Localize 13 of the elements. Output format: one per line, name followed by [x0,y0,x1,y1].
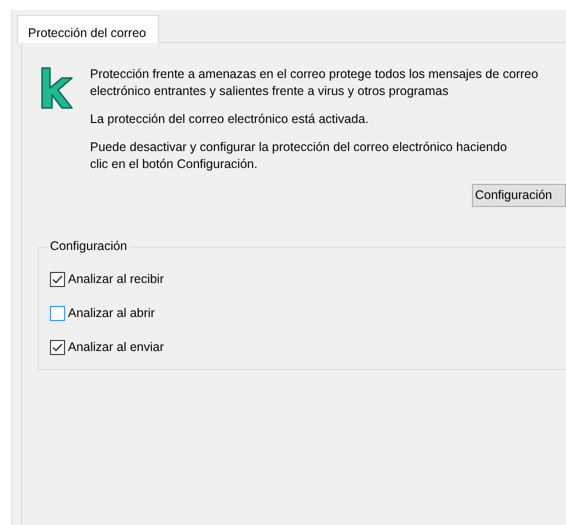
checkbox[interactable] [50,272,65,287]
logo-icon [40,66,74,110]
checkbox-label[interactable]: Analizar al abrir [68,304,155,323]
group-title: Configuración [47,239,130,253]
checkbox-label[interactable]: Analizar al recibir [68,270,164,289]
tab[interactable]: Protección del correo [17,15,160,43]
checkbox-label[interactable]: Analizar al enviar [68,338,164,357]
settings-button[interactable]: Configuración [472,184,566,207]
hint-text: Puede desactivar y configurar la protección del correo electrónico haciendo clic en el botón Configuración. [90,139,508,173]
status-text: La protección del correo electrónico está activada. [90,111,370,128]
description-text: Protección frente a amenazas en el correo protege todos los mensajes de correo electrónico entrantes y salientes frente a virus y otros programas [90,66,540,100]
checkbox[interactable] [50,306,65,321]
checkbox[interactable] [50,340,65,355]
